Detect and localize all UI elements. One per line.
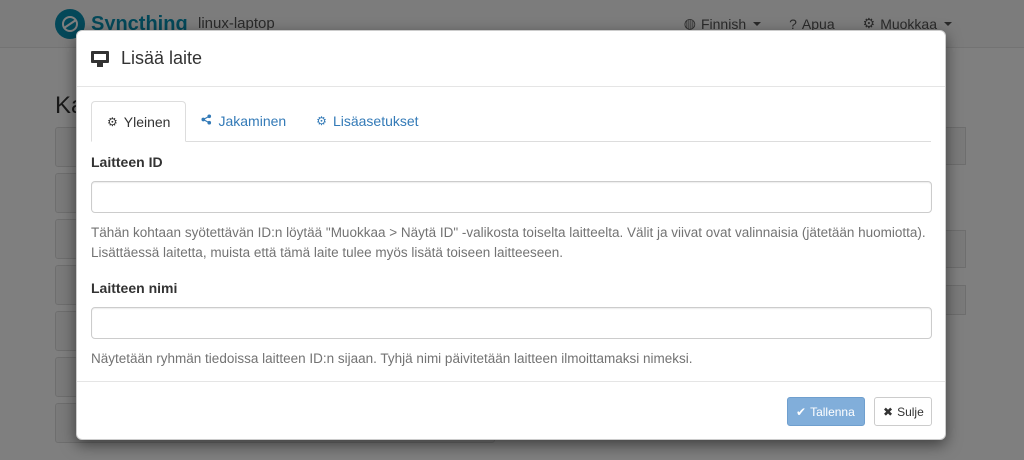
modal-body: ⚙ Yleinen Jakaminen ⚙ Lisäasetukset Lait… [77, 87, 945, 369]
desktop-icon [91, 50, 109, 67]
save-button[interactable]: ✔ Tallenna [787, 397, 865, 426]
close-icon: ✖ [883, 404, 894, 419]
modal-header: Lisää laite [77, 31, 945, 87]
device-id-help: Tähän kohtaan syötettävän ID:n löytää "M… [91, 225, 926, 260]
close-label: Sulje [897, 404, 924, 419]
save-label: Tallenna [810, 404, 855, 419]
device-id-input[interactable] [91, 181, 932, 213]
gear-icon: ⚙ [107, 114, 118, 129]
tab-label: Jakaminen [218, 113, 287, 129]
tab-general[interactable]: ⚙ Yleinen [91, 101, 187, 142]
modal-title: Lisää laite [121, 48, 203, 68]
device-name-group: Laitteen nimi Näytetään ryhmän tiedoissa… [91, 280, 932, 369]
device-name-label: Laitteen nimi [91, 280, 178, 296]
tab-label: Lisäasetukset [332, 113, 419, 129]
cogs-icon: ⚙ [316, 114, 327, 128]
add-device-dialog: Lisää laite ⚙ Yleinen Jakaminen ⚙ Lisäas… [76, 30, 946, 440]
share-icon [201, 114, 212, 128]
tab-bar: ⚙ Yleinen Jakaminen ⚙ Lisäasetukset [91, 101, 931, 142]
modal-footer: ✔ Tallenna ✖ Sulje [77, 381, 945, 439]
check-icon: ✔ [796, 404, 807, 419]
close-button[interactable]: ✖ Sulje [874, 397, 932, 426]
device-name-help: Näytetään ryhmän tiedoissa laitteen ID:n… [91, 351, 693, 366]
device-name-input[interactable] [91, 307, 932, 339]
tab-label: Yleinen [123, 113, 171, 130]
device-id-label: Laitteen ID [91, 154, 163, 170]
device-id-group: Laitteen ID Tähän kohtaan syötettävän ID… [91, 154, 932, 263]
tab-sharing[interactable]: Jakaminen [186, 101, 301, 141]
tab-advanced[interactable]: ⚙ Lisäasetukset [301, 101, 433, 141]
